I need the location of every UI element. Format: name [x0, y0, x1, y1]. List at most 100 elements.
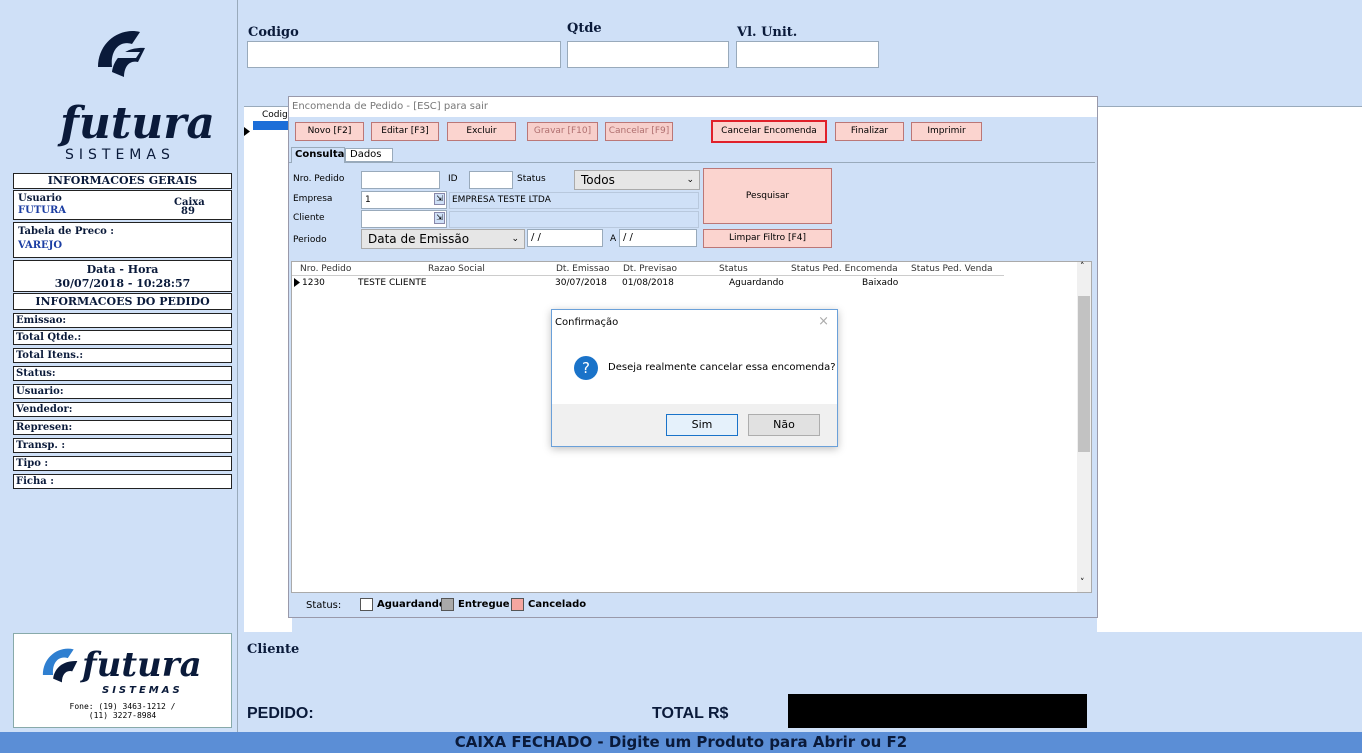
cancelar-encomenda-button[interactable]: Cancelar Encomenda	[711, 120, 827, 143]
codigo-input[interactable]	[247, 41, 561, 68]
cell-nro: 1230	[302, 278, 325, 288]
header-razao-social: Razao Social	[428, 264, 485, 274]
nro-pedido-label: Nro. Pedido	[293, 174, 345, 184]
scroll-down-icon[interactable]: ˅	[1080, 578, 1085, 588]
confirm-title: Confirmação	[555, 317, 619, 328]
cell-status: Aguardando	[729, 278, 784, 288]
bottom-brand-name: futura	[82, 645, 202, 685]
codigo-label: Codigo	[248, 25, 299, 40]
id-input[interactable]	[469, 171, 513, 189]
field-status: Status:	[13, 366, 232, 381]
data-hora-label: Data - Hora	[86, 263, 159, 276]
legend-cancelado: Cancelado	[528, 599, 587, 610]
items-grid[interactable]: Codig	[244, 106, 292, 632]
confirm-footer: Sim Não	[552, 404, 837, 446]
empresa-name: EMPRESA TESTE LTDA	[449, 192, 699, 209]
cliente-label: Cliente	[293, 213, 325, 223]
editar-button[interactable]: Editar [F3]	[371, 122, 439, 141]
legend-aguardando-swatch	[360, 598, 373, 611]
row-pointer-icon	[244, 121, 250, 136]
grid-selected-cell[interactable]	[253, 121, 292, 130]
header-status-encomenda: Status Ped. Encomenda	[791, 264, 898, 274]
tabela-label: Tabela de Preco :	[18, 226, 114, 237]
futura-logo: futura SISTEMAS	[60, 22, 215, 167]
data-hora-value: 30/07/2018 - 10:28:57	[54, 277, 191, 290]
bottom-logo: futura SISTEMAS Fone: (19) 3463-1212 / (…	[13, 633, 232, 728]
vl-unit-input[interactable]	[736, 41, 879, 68]
cell-dt-emissao: 30/07/2018	[555, 278, 607, 288]
limpar-filtro-button[interactable]: Limpar Filtro [F4]	[703, 229, 832, 248]
header-dt-emissao: Dt. Emissao	[556, 264, 610, 274]
field-transp: Transp. :	[13, 438, 232, 453]
field-vendedor: Vendedor:	[13, 402, 232, 417]
caixa-value: 89	[181, 206, 195, 217]
chevron-down-icon: ⌄	[686, 175, 694, 185]
cell-razao: TESTE CLIENTE	[358, 278, 427, 288]
scroll-thumb[interactable]	[1078, 296, 1090, 452]
legend-entregue: Entregue	[458, 599, 510, 610]
periodo-label: Periodo	[293, 235, 327, 245]
field-tipo: Tipo :	[13, 456, 232, 471]
search-icon[interactable]: ⇲	[434, 193, 445, 205]
header-dt-previsao: Dt. Previsao	[623, 264, 678, 274]
pesquisar-button[interactable]: Pesquisar	[703, 168, 832, 224]
usuario-value: FUTURA	[18, 205, 67, 216]
legend-cancelado-swatch	[511, 598, 524, 611]
bottom-brand-sub: SISTEMAS	[102, 685, 183, 696]
tab-divider	[289, 162, 1095, 163]
sim-button[interactable]: Sim	[666, 414, 738, 436]
finalizar-button[interactable]: Finalizar	[835, 122, 904, 141]
question-icon: ?	[574, 356, 598, 380]
futura-logo-icon	[98, 31, 145, 77]
tab-consulta[interactable]: Consulta	[291, 147, 345, 163]
grid-scrollbar[interactable]: ˄ ˅	[1077, 262, 1091, 592]
items-grid-area	[1097, 106, 1362, 632]
data-hora-box: Data - Hora 30/07/2018 - 10:28:57	[13, 260, 232, 292]
nao-button[interactable]: Não	[748, 414, 820, 436]
novo-button[interactable]: Novo [F2]	[295, 122, 364, 141]
periodo-select-value: Data de Emissão	[368, 232, 470, 246]
table-row[interactable]: 1230 TESTE CLIENTE 30/07/2018 01/08/2018…	[292, 276, 1004, 289]
info-gerais-title: INFORMACOES GERAIS	[47, 174, 198, 187]
search-icon[interactable]: ⇲	[434, 212, 445, 224]
qtde-input[interactable]	[567, 41, 729, 68]
confirm-message: Deseja realmente cancelar essa encomenda…	[608, 362, 836, 373]
nro-pedido-input[interactable]	[361, 171, 440, 189]
header-status: Status	[719, 264, 748, 274]
a-label: A	[610, 234, 617, 244]
cell-dt-previsao: 01/08/2018	[622, 278, 674, 288]
phone-text: Fone: (19) 3463-1212 / (11) 3227-8984	[69, 702, 176, 720]
status-select[interactable]: Todos ⌄	[574, 170, 700, 190]
cell-status-enc: Baixado	[862, 278, 899, 288]
header-nro-pedido: Nro. Pedido	[300, 264, 352, 274]
legend-aguardando: Aguardando	[377, 599, 446, 610]
gravar-button[interactable]: Gravar [F10]	[527, 122, 598, 141]
field-emissao: Emissao:	[13, 313, 232, 328]
date-from-input[interactable]: / /	[527, 229, 603, 247]
info-pedido-title: INFORMACOES DO PEDIDO	[35, 295, 210, 308]
imprimir-button[interactable]: Imprimir	[911, 122, 982, 141]
tab-dados[interactable]: Dados	[345, 148, 393, 162]
futura-logo-small-icon	[42, 648, 78, 683]
field-total-qtde: Total Qtde.:	[13, 330, 232, 345]
excluir-button[interactable]: Excluir	[447, 122, 516, 141]
cliente-label: Cliente	[247, 642, 300, 657]
header-status-venda: Status Ped. Venda	[911, 264, 993, 274]
left-panel: futura SISTEMAS INFORMACOES GERAIS Usuar…	[0, 0, 238, 732]
field-total-itens: Total Itens.:	[13, 348, 232, 363]
encomenda-titlebar: Encomenda de Pedido - [ESC] para sair	[289, 97, 1097, 117]
chevron-down-icon: ⌄	[511, 234, 519, 244]
pedido-label: PEDIDO:	[247, 705, 314, 722]
field-usuario: Usuario:	[13, 384, 232, 399]
date-to-input[interactable]: / /	[619, 229, 697, 247]
total-label: TOTAL R$	[652, 705, 729, 722]
cancelar-button[interactable]: Cancelar [F9]	[605, 122, 673, 141]
legend-status-label: Status:	[306, 600, 342, 611]
id-label: ID	[448, 174, 458, 184]
usuario-label: Usuario	[18, 193, 62, 204]
status-label: Status	[517, 174, 546, 184]
periodo-select[interactable]: Data de Emissão ⌄	[361, 229, 525, 249]
scroll-up-icon[interactable]: ˄	[1080, 262, 1085, 272]
tabela-value: VAREJO	[18, 240, 63, 251]
close-icon[interactable]: ×	[818, 314, 829, 329]
